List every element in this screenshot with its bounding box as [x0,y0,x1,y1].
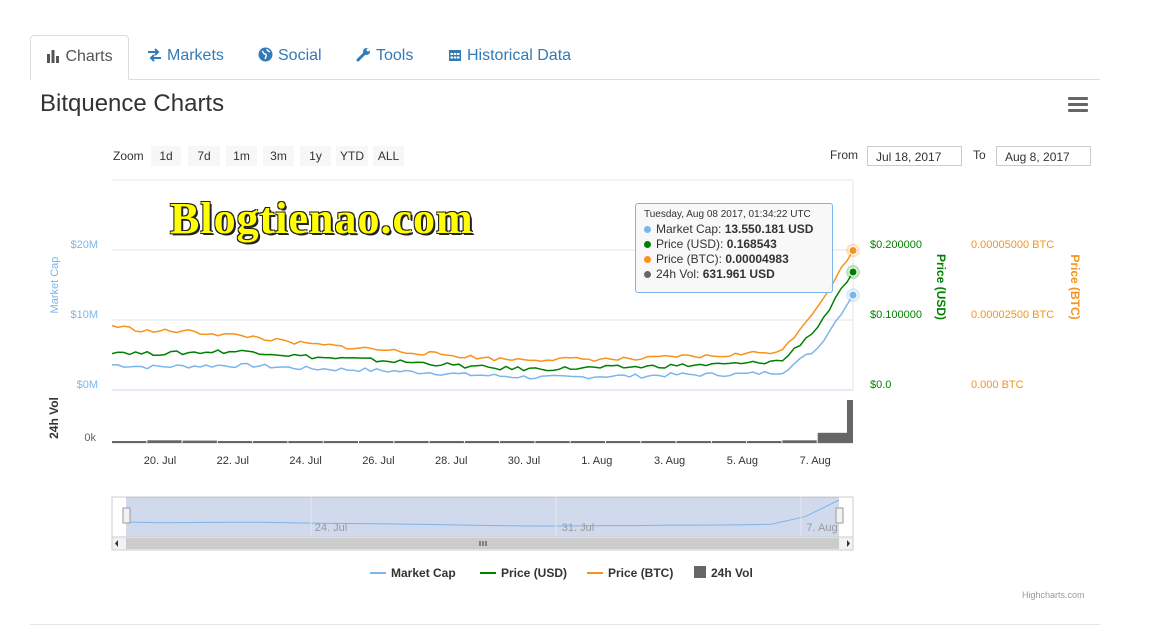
series-dot [644,256,651,263]
volume-bar[interactable] [147,440,182,443]
volume-bar[interactable] [112,441,147,443]
volume-bar[interactable] [217,441,253,443]
y-left-tick-label: $10M [70,309,98,321]
volume-bar[interactable] [182,440,217,443]
legend-item-price-usd[interactable]: Price (USD) [480,566,567,580]
volume-bar[interactable] [747,441,782,443]
volume-bar[interactable] [359,441,394,443]
y-usd-axis-title: Price (USD) [934,254,948,320]
volume-bar[interactable] [711,441,747,443]
volume-bar[interactable] [288,441,323,443]
tooltip-row: 24h Vol: 631.961 USD [644,267,824,282]
volume-bar[interactable] [253,441,288,443]
legend-item-price-btc[interactable]: Price (BTC) [587,566,673,580]
x-tick-label: 20. Jul [144,455,176,467]
x-tick-label: 26. Jul [362,455,394,467]
volume-bar[interactable] [394,441,429,443]
series-dot [644,241,651,248]
volume-bar[interactable] [323,441,358,443]
watermark: Blogtienao.com [170,194,474,243]
navigator-tick-label: 7. Aug [806,522,837,534]
x-tick-label: 28. Jul [435,455,467,467]
volume-bar[interactable] [641,441,676,443]
volume-bar[interactable] [606,441,641,443]
volume-bar[interactable] [535,441,570,443]
volume-bar[interactable] [429,441,464,443]
x-tick-label: 5. Aug [727,455,758,467]
volume-bar[interactable] [676,441,711,443]
legend-item-market-cap[interactable]: Market Cap [370,566,456,580]
volume-bar[interactable] [847,400,853,443]
y-left-axis-title: Market Cap [49,257,61,314]
y-btc-axis-title: Price (BTC) [1068,254,1082,319]
tooltip-row: Price (USD): 0.168543 [644,237,824,252]
volume-bar[interactable] [570,441,605,443]
x-tick-label: 24. Jul [289,455,321,467]
chart-tooltip: Tuesday, Aug 08 2017, 01:34:22 UTC Marke… [635,203,833,293]
navigator-left-handle[interactable] [122,507,131,524]
y-btc-tick-label: 0.00002500 BTC [971,309,1054,321]
series-dot [644,226,651,233]
volume-bar[interactable] [464,441,500,443]
y-vol-axis-title: 24h Vol [47,397,61,439]
y-usd-tick-label: $0.200000 [870,239,922,251]
volume-bar[interactable] [500,441,535,443]
hover-marker [848,245,858,255]
navigator-right-handle[interactable] [835,507,844,524]
price-chart: $0M $10M $20M $0.0 $0.100000 $0.200000 0.000 B… [47,179,1082,551]
navigator[interactable]: 24. Jul 31. Jul 7. Aug [111,496,854,551]
x-tick-label: 22. Jul [217,455,249,467]
x-tick-label: 7. Aug [800,455,831,467]
hover-marker [848,290,858,300]
y-btc-tick-label: 0.000 BTC [971,379,1024,391]
y-vol-tick-label: 0k [84,432,96,444]
y-left-tick-label: $20M [70,239,98,251]
y-usd-tick-label: $0.0 [870,379,891,391]
hover-markers [846,243,860,303]
series-dot [644,271,651,278]
y-btc-tick-label: 0.00005000 BTC [971,239,1054,251]
navigator-tick-label: 31. Jul [562,522,594,534]
navigator-selection[interactable] [126,497,839,537]
navigator-tick-label: 24. Jul [315,522,347,534]
legend-item-24h-vol[interactable]: 24h Vol [694,566,753,580]
x-tick-label: 30. Jul [508,455,540,467]
highcharts-credits-link[interactable]: Highcharts.com [1022,590,1085,600]
y-usd-tick-label: $0.100000 [870,309,922,321]
y-left-tick-label: $0M [77,379,98,391]
tooltip-row: Price (BTC): 0.00004983 [644,252,824,267]
series-line-market-cap[interactable] [111,294,854,380]
volume-bar[interactable] [782,440,817,443]
volume-bar[interactable] [817,432,852,443]
volume-series [112,400,853,443]
x-tick-label: 3. Aug [654,455,685,467]
divider [30,624,1100,625]
tooltip-row: Market Cap: 13.550.181 USD [644,222,824,237]
tooltip-date: Tuesday, Aug 08 2017, 01:34:22 UTC [644,209,811,220]
x-tick-label: 1. Aug [581,455,612,467]
hover-marker [848,267,858,277]
